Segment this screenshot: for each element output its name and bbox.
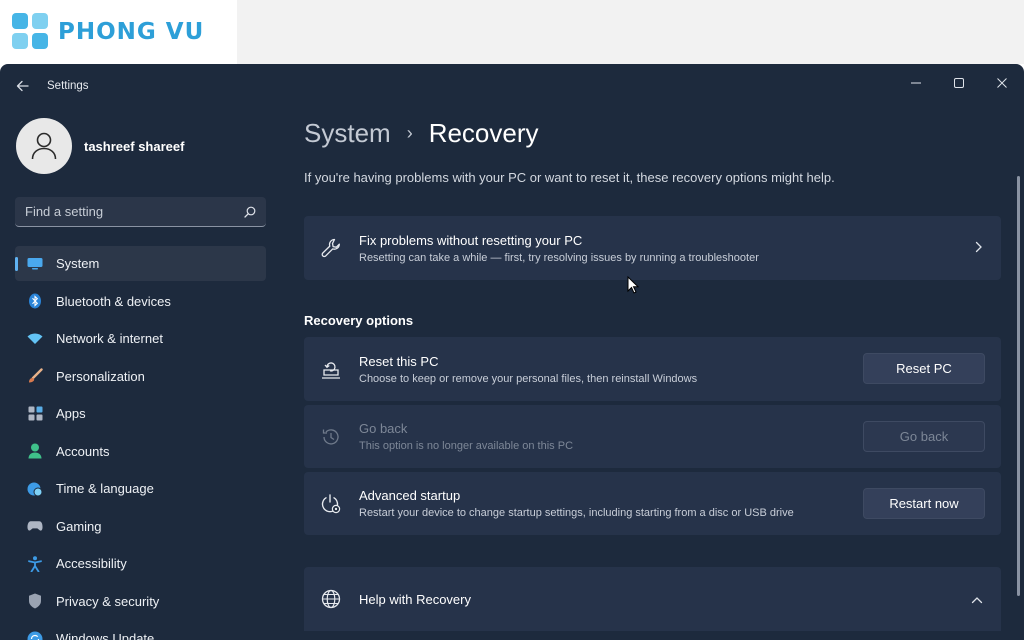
restart-now-button[interactable]: Restart now [863, 488, 985, 519]
sidebar-item-network[interactable]: Network & internet [15, 321, 266, 356]
wifi-icon [27, 331, 43, 347]
brand-logo-text: PHONG VU [58, 19, 205, 45]
user-profile[interactable]: tashreef shareef [16, 118, 184, 174]
card-subtitle: Resetting can take a while — first, try … [359, 251, 759, 264]
back-button[interactable] [10, 74, 34, 98]
go-back-button[interactable]: Go back [863, 421, 985, 452]
card-title: Help with Recovery [359, 591, 471, 607]
search-icon [244, 206, 256, 218]
accessibility-icon [27, 555, 43, 572]
reset-pc-button[interactable]: Reset PC [863, 353, 985, 384]
sidebar-item-label: Time & language [56, 481, 154, 496]
sidebar-item-label: Accounts [56, 443, 110, 459]
page-title: Recovery [428, 118, 539, 148]
fix-problems-text: Fix problems without resetting your PC R… [359, 233, 759, 264]
maximize-icon [954, 78, 964, 88]
arrow-left-icon [16, 80, 29, 92]
chevron-right-icon: › [406, 123, 413, 143]
sidebar-item-label: Apps [56, 406, 86, 421]
minimize-icon [911, 82, 921, 84]
card-title: Reset this PC [359, 353, 439, 369]
breadcrumb: System › Recovery [304, 118, 539, 149]
breadcrumb-parent[interactable]: System [304, 118, 391, 149]
help-recovery-text: Help with Recovery [359, 592, 471, 607]
sidebar-nav: System Bluetooth & devices Network & int… [15, 246, 266, 640]
watermark-strip: PHONG VU [0, 0, 1024, 64]
globe-icon [320, 588, 342, 610]
sidebar-item-system[interactable]: System [15, 246, 266, 281]
sidebar-item-label: Windows Update [56, 631, 155, 640]
avatar [16, 118, 72, 174]
sidebar-item-label: Gaming [56, 518, 102, 534]
sidebar-item-time-language[interactable]: Time & language [15, 471, 266, 506]
sidebar-item-bluetooth[interactable]: Bluetooth & devices [15, 284, 266, 319]
go-back-text: Go back This option is no longer availab… [359, 421, 573, 452]
sidebar-item-label: Privacy & security [56, 593, 160, 609]
advanced-startup-card: Advanced startup Restart your device to … [304, 472, 1001, 535]
card-title: Fix problems without resetting your PC [359, 232, 583, 248]
sidebar-item-label: Personalization [56, 368, 145, 384]
power-settings-icon [320, 493, 342, 515]
card-title: Go back [359, 421, 408, 436]
help-recovery-expander[interactable]: Help with Recovery [304, 567, 1001, 631]
wrench-icon [320, 237, 342, 259]
app-title: Settings [47, 80, 89, 92]
chevron-up-icon [971, 591, 983, 607]
sidebar-item-accounts[interactable]: Accounts [15, 434, 266, 469]
maximize-button[interactable] [939, 68, 979, 98]
sidebar-item-label: Accessibility [56, 556, 127, 571]
page-description: If you're having problems with your PC o… [304, 170, 835, 185]
settings-window: Settings tashreef shareef Find a setting… [0, 64, 1024, 640]
brand-logo: PHONG VU [0, 0, 237, 64]
sidebar-item-personalization[interactable]: Personalization [15, 359, 266, 394]
card-subtitle: Restart your device to change startup se… [359, 507, 794, 519]
scrollbar[interactable] [1017, 176, 1020, 596]
go-back-card: Go back This option is no longer availab… [304, 405, 1001, 468]
reset-pc-text: Reset this PC Choose to keep or remove y… [359, 354, 697, 385]
gamepad-icon [27, 518, 43, 534]
card-subtitle: This option is no longer available on th… [359, 440, 574, 452]
shield-icon [27, 593, 43, 609]
sidebar-item-label: Bluetooth & devices [56, 293, 171, 309]
user-name: tashreef shareef [84, 138, 185, 154]
person-icon [27, 443, 43, 459]
chevron-right-icon [975, 240, 983, 256]
globe-clock-icon [27, 481, 43, 497]
recovery-options-heading: Recovery options [304, 313, 414, 328]
sidebar-item-label: System [56, 256, 100, 271]
sidebar-item-windows-update[interactable]: Windows Update [15, 621, 266, 640]
mouse-cursor-icon [627, 275, 640, 299]
update-icon [27, 631, 43, 640]
card-subtitle: Choose to keep or remove your personal f… [359, 372, 698, 385]
close-button[interactable] [982, 68, 1022, 98]
sidebar-item-apps[interactable]: Apps [15, 396, 266, 431]
sidebar-item-privacy-security[interactable]: Privacy & security [15, 584, 266, 619]
search-input[interactable]: Find a setting [15, 197, 266, 227]
person-avatar-icon [31, 132, 57, 160]
title-bar: Settings [0, 64, 1024, 108]
brush-icon [27, 368, 43, 384]
reset-pc-card: Reset this PC Choose to keep or remove y… [304, 337, 1001, 401]
close-icon [997, 78, 1007, 88]
sidebar-item-label: Network & internet [56, 331, 163, 346]
history-icon [320, 426, 342, 448]
apps-icon [27, 406, 43, 422]
monitor-icon [27, 256, 43, 272]
brand-logo-mark-icon [12, 13, 50, 51]
bluetooth-icon [27, 293, 43, 309]
reset-pc-icon [320, 358, 342, 380]
card-title: Advanced startup [359, 488, 461, 503]
minimize-button[interactable] [896, 68, 936, 98]
sidebar-item-gaming[interactable]: Gaming [15, 509, 266, 544]
sidebar-item-accessibility[interactable]: Accessibility [15, 546, 266, 581]
advanced-startup-text: Advanced startup Restart your device to … [359, 488, 794, 519]
search-placeholder: Find a setting [25, 204, 104, 219]
fix-problems-card[interactable]: Fix problems without resetting your PC R… [304, 216, 1001, 280]
